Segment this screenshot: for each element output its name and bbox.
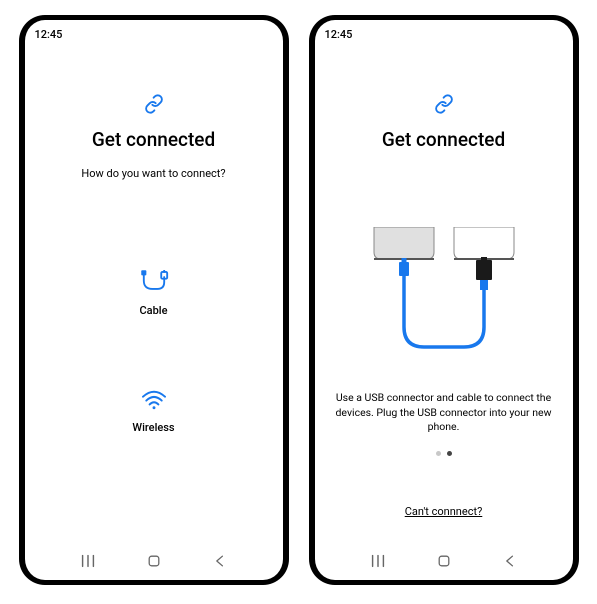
- phone-frame-right: 12:45 Get connected: [309, 15, 579, 585]
- option-cable[interactable]: Cable: [137, 270, 171, 317]
- phone-frame-left: 12:45 Get connected How do you want to c…: [19, 15, 289, 585]
- pager-dot[interactable]: [447, 451, 452, 456]
- nav-home[interactable]: [434, 551, 454, 571]
- nav-back[interactable]: [500, 551, 520, 571]
- navigation-bar: [25, 542, 283, 580]
- status-bar: 12:45: [25, 20, 283, 44]
- status-bar: 12:45: [315, 20, 573, 44]
- screen-content: Get connected How do you want to connect…: [25, 44, 283, 542]
- screen-content: Get connected Use a USB connector a: [315, 44, 573, 542]
- nav-recents[interactable]: [368, 551, 388, 571]
- cable-icon: [137, 270, 171, 296]
- pager-dots: [436, 451, 452, 456]
- option-cable-label: Cable: [140, 304, 168, 317]
- status-time: 12:45: [35, 28, 63, 41]
- help-link[interactable]: Can't connnect?: [405, 505, 483, 518]
- wifi-icon: [140, 387, 168, 413]
- cable-illustration: [354, 227, 534, 377]
- page-title: Get connected: [92, 128, 215, 151]
- instruction-text: Use a USB connector and cable to connect…: [315, 391, 573, 435]
- page-subtitle: How do you want to connect?: [81, 167, 225, 180]
- nav-recents[interactable]: [78, 551, 98, 571]
- nav-back[interactable]: [210, 551, 230, 571]
- nav-home[interactable]: [144, 551, 164, 571]
- page-title: Get connected: [382, 128, 505, 151]
- connection-options: Cable Wireless: [132, 270, 174, 434]
- link-icon: [144, 94, 164, 114]
- pager-dot[interactable]: [436, 451, 441, 456]
- option-wireless-label: Wireless: [132, 421, 174, 434]
- status-time: 12:45: [325, 28, 353, 41]
- navigation-bar: [315, 542, 573, 580]
- option-wireless[interactable]: Wireless: [132, 387, 174, 434]
- link-icon: [434, 94, 454, 114]
